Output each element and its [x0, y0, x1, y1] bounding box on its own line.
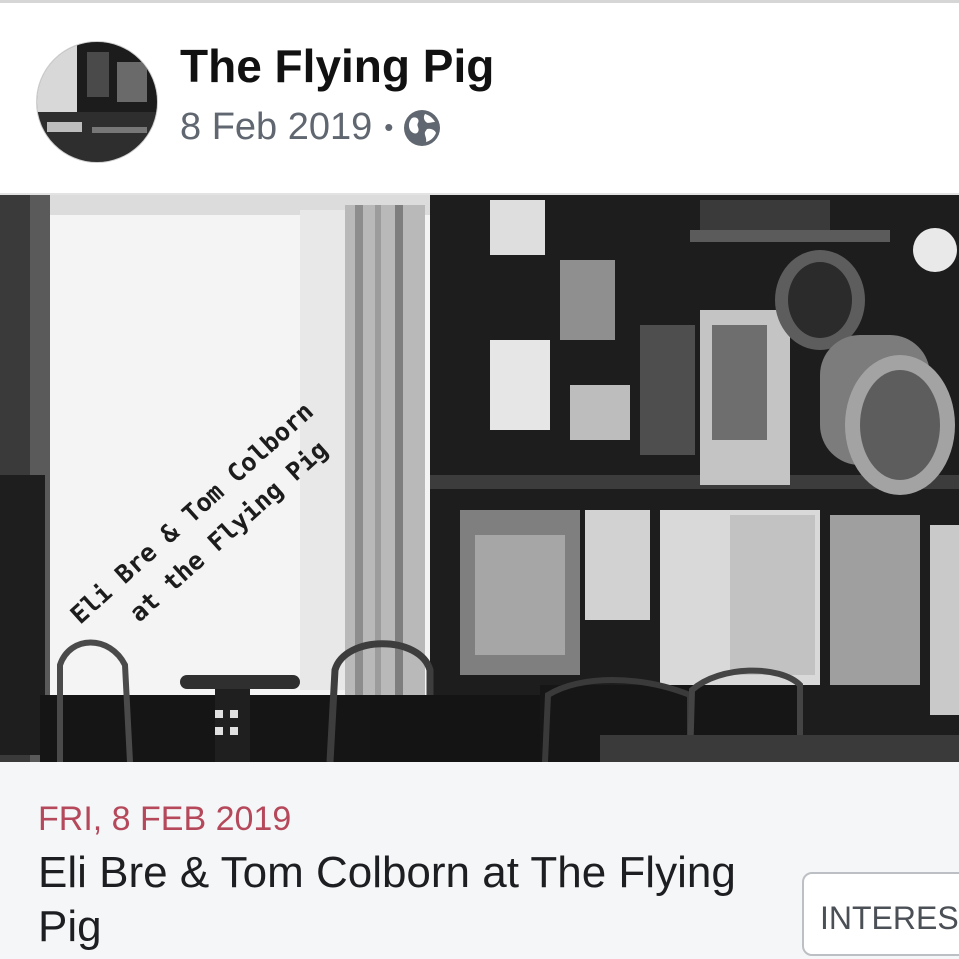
- post-date[interactable]: 8 Feb 2019: [180, 106, 372, 149]
- event-title[interactable]: Eli Bre & Tom Colborn at The Flying Pig: [38, 846, 758, 954]
- meta-separator: •: [384, 112, 394, 142]
- interested-button[interactable]: INTERESTED: [802, 872, 959, 956]
- globe-icon: [403, 109, 441, 147]
- page-avatar[interactable]: [36, 41, 158, 163]
- post-header: The Flying Pig 8 Feb 2019 •: [0, 3, 959, 193]
- event-cover-photo[interactable]: Eli Bre & Tom Colborn at the Flying Pig: [0, 195, 959, 762]
- event-date: FRI, 8 FEB 2019: [38, 800, 292, 838]
- post-meta: 8 Feb 2019 •: [180, 106, 441, 149]
- page-name[interactable]: The Flying Pig: [180, 39, 494, 93]
- event-card[interactable]: FRI, 8 FEB 2019 Eli Bre & Tom Colborn at…: [0, 762, 959, 959]
